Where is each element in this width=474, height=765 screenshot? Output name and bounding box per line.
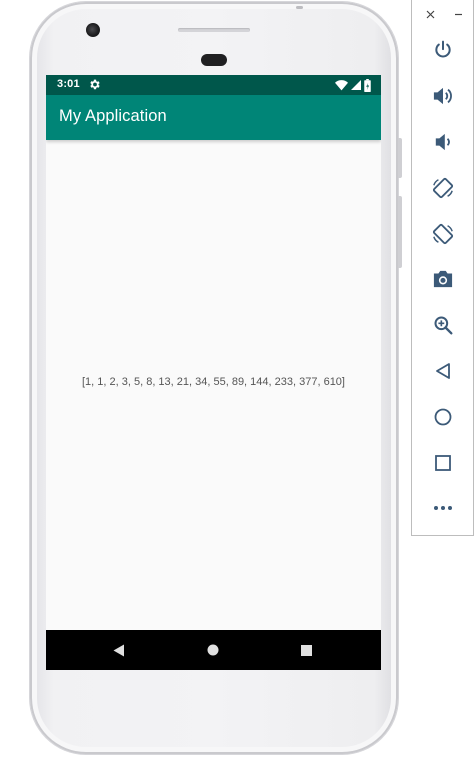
minimize-icon xyxy=(454,13,462,15)
navigation-bar xyxy=(46,630,381,670)
top-sensor xyxy=(296,6,303,9)
zoom-button[interactable] xyxy=(430,312,456,338)
signal-icon xyxy=(351,80,361,90)
volume-down-button[interactable] xyxy=(430,129,456,155)
status-bar: 3:01 xyxy=(46,75,381,95)
minimize-button[interactable] xyxy=(450,6,466,22)
overview-button[interactable] xyxy=(430,450,456,476)
close-button[interactable] xyxy=(422,6,438,22)
nav-recents-button[interactable] xyxy=(295,639,317,661)
phone-power-key xyxy=(398,138,402,178)
power-button[interactable] xyxy=(430,37,456,63)
device-screen: 3:01 My Application [1, 1, 2, 3, 5, 8, 1… xyxy=(46,75,381,670)
rotate-right-button[interactable] xyxy=(430,221,456,247)
status-icons xyxy=(335,78,371,92)
status-time: 3:01 xyxy=(57,78,80,90)
back-button[interactable] xyxy=(430,358,456,384)
battery-icon xyxy=(364,78,371,92)
home-icon xyxy=(434,408,452,426)
settings-gear-icon xyxy=(90,79,100,90)
volume-up-button[interactable] xyxy=(430,83,456,109)
fibonacci-text: [1, 1, 2, 3, 5, 8, 13, 21, 34, 55, 89, 1… xyxy=(82,376,345,388)
camera-icon xyxy=(433,270,453,288)
volume-down-icon xyxy=(435,133,450,151)
rotate-left-button[interactable] xyxy=(430,175,456,201)
back-icon xyxy=(436,363,450,379)
nav-back-button[interactable] xyxy=(108,639,130,661)
home-button[interactable] xyxy=(430,404,456,430)
screenshot-button[interactable] xyxy=(430,266,456,292)
app-bar: My Application xyxy=(46,95,381,140)
speaker-grille xyxy=(178,28,250,32)
toolbar-window-controls xyxy=(412,6,474,24)
nav-home-button[interactable] xyxy=(202,639,224,661)
rotate-left-icon xyxy=(432,177,454,199)
recents-icon xyxy=(300,644,312,656)
power-icon xyxy=(435,40,451,58)
emulator-toolbar xyxy=(411,0,474,536)
wifi-icon xyxy=(335,79,348,90)
front-camera xyxy=(86,23,100,37)
app-title: My Application xyxy=(59,107,167,125)
back-icon xyxy=(113,644,124,656)
volume-up-icon xyxy=(433,87,452,105)
more-icon xyxy=(434,506,452,510)
home-icon xyxy=(207,644,219,656)
zoom-icon xyxy=(434,316,453,335)
overview-icon xyxy=(435,455,451,471)
more-button[interactable] xyxy=(430,495,456,521)
rotate-right-icon xyxy=(432,223,454,245)
earpiece xyxy=(201,54,227,66)
phone-volume-key xyxy=(398,196,402,268)
close-icon xyxy=(426,10,434,18)
